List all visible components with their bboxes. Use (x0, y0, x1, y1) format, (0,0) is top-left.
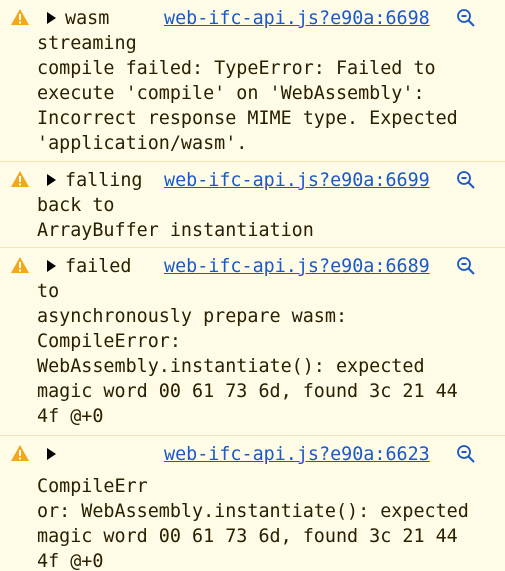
message-line: streaming (37, 33, 137, 54)
message-head: failed (65, 256, 132, 277)
console-warning-entry: wasm web-ifc-api.js?e90a:6698 streaming … (0, 0, 505, 162)
message-line: WebAssembly.instantiate(): expected (37, 356, 425, 377)
message-line: execute 'compile' on 'WebAssembly': (37, 83, 425, 104)
message-line: magic word 00 61 73 6d, found 3c 21 44 (37, 381, 458, 402)
console-warning-entry: falling web-ifc-api.js?e90a:6699 back to… (0, 162, 505, 248)
expand-triangle-icon[interactable] (47, 12, 56, 24)
expand-triangle-icon[interactable] (47, 260, 56, 272)
warning-icon (11, 171, 29, 187)
message-line: magic word 00 61 73 6d, found 3c 21 44 (37, 526, 458, 547)
search-icon[interactable] (456, 256, 476, 276)
message-head: falling (65, 170, 143, 191)
console-panel: wasm web-ifc-api.js?e90a:6698 streaming … (0, 0, 505, 571)
source-link[interactable]: web-ifc-api.js?e90a:6699 (164, 168, 430, 193)
console-warning-entry: failed web-ifc-api.js?e90a:6689 to async… (0, 248, 505, 436)
message-line: Incorrect response MIME type. Expected (37, 108, 458, 129)
warning-icon (11, 257, 29, 273)
message-line: CompileErr (37, 476, 148, 497)
message-line: asynchronously prepare wasm: (37, 306, 348, 327)
message-line: compile failed: TypeError: Failed to (37, 58, 436, 79)
warning-icon (11, 445, 29, 461)
message-line: 'application/wasm'. (37, 133, 248, 154)
message-head: wasm (65, 8, 110, 29)
message-line: ArrayBuffer instantiation (37, 220, 314, 241)
message-line: CompileError: (37, 331, 181, 352)
expand-triangle-icon[interactable] (47, 174, 56, 186)
warning-icon (11, 9, 29, 25)
console-warning-entry: web-ifc-api.js?e90a:6623 CompileErr or: … (0, 436, 505, 571)
message-line: back to (37, 195, 115, 216)
search-icon[interactable] (456, 8, 476, 28)
search-icon[interactable] (456, 170, 476, 190)
source-link[interactable]: web-ifc-api.js?e90a:6689 (164, 254, 430, 279)
message-line: 4f @+0 (37, 406, 104, 427)
message-line: to (37, 281, 60, 302)
message-line: or: WebAssembly.instantiate(): expected (37, 501, 469, 522)
source-link[interactable]: web-ifc-api.js?e90a:6623 (164, 442, 430, 467)
expand-triangle-icon[interactable] (47, 448, 56, 460)
search-icon[interactable] (456, 444, 476, 464)
message-line: 4f @+0 (37, 551, 104, 571)
source-link[interactable]: web-ifc-api.js?e90a:6698 (164, 6, 430, 31)
